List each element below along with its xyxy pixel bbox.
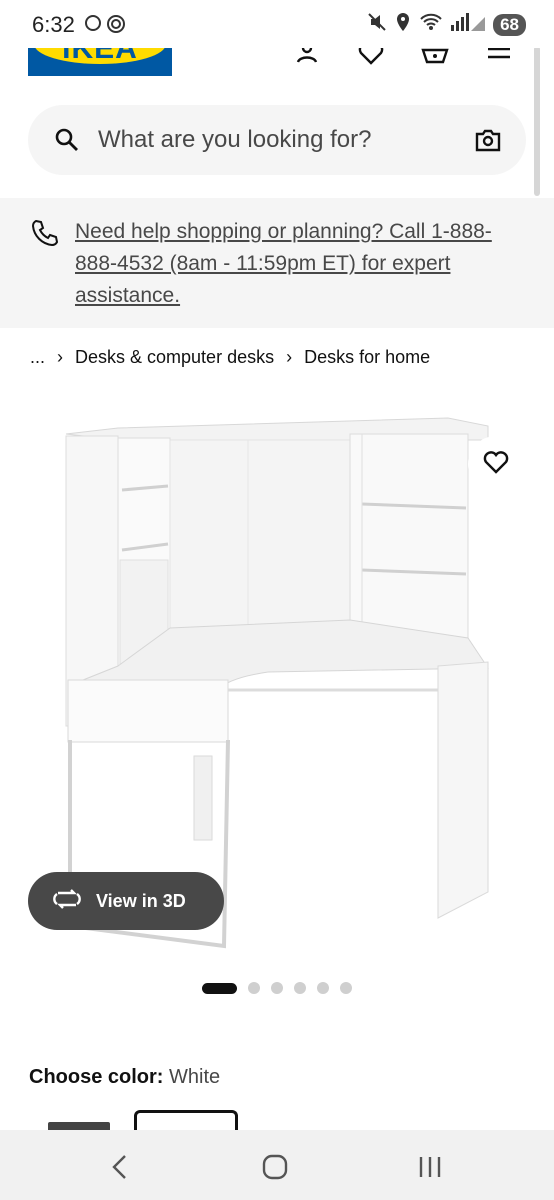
rotate-3d-icon (52, 888, 96, 915)
location-icon (395, 12, 411, 37)
android-nav-bar (0, 1130, 554, 1200)
carousel-dot-2[interactable] (248, 982, 260, 994)
carousel-dot-4[interactable] (294, 982, 306, 994)
selected-color-value: White (169, 1066, 221, 1088)
carousel-dot-3[interactable] (271, 982, 283, 994)
scroll-indicator[interactable] (534, 46, 540, 196)
chevron-right-icon: › (286, 347, 293, 367)
chevron-right-icon: › (57, 347, 64, 367)
choose-color-label: Choose color: (29, 1066, 164, 1088)
color-selector-label: Choose color: White (29, 1066, 220, 1089)
search-input[interactable]: What are you looking for? (98, 126, 371, 154)
save-to-favorites-button[interactable] (468, 436, 524, 492)
cell-signal-icon (451, 13, 486, 36)
battery-indicator: 68 (493, 13, 526, 36)
recents-icon[interactable] (410, 1152, 450, 1182)
view-in-3d-label: View in 3D (96, 890, 186, 911)
search-bar[interactable]: What are you looking for? (28, 105, 526, 175)
breadcrumb-desks-for-home[interactable]: Desks for home (304, 347, 430, 368)
wifi-icon (419, 12, 443, 37)
home-icon[interactable] (255, 1152, 295, 1182)
help-banner: Need help shopping or planning? Call 1-8… (0, 198, 554, 328)
help-phone-link[interactable]: Need help shopping or planning? Call 1-8… (75, 216, 515, 312)
status-bar: 6:32 68 (0, 0, 554, 48)
status-time: 6:32 (32, 12, 75, 37)
whatsapp-icon (84, 14, 102, 39)
carousel-dot-5[interactable] (317, 982, 329, 994)
image-carousel-indicator (202, 982, 352, 994)
view-in-3d-button[interactable]: View in 3D (28, 872, 224, 930)
phone-icon (30, 218, 60, 253)
mute-icon (367, 12, 387, 37)
carousel-dot-1[interactable] (202, 982, 237, 994)
camera-icon[interactable] (474, 127, 502, 158)
breadcrumb-desks-computer-desks[interactable]: Desks & computer desks (75, 347, 274, 368)
signal-icon (106, 14, 126, 39)
carousel-dot-6[interactable] (340, 982, 352, 994)
search-icon (54, 127, 80, 158)
back-icon[interactable] (100, 1152, 140, 1182)
breadcrumb-ellipsis[interactable]: ... (30, 347, 45, 368)
heart-icon (482, 449, 510, 480)
breadcrumb: ... › Desks & computer desks › Desks for… (30, 347, 430, 368)
